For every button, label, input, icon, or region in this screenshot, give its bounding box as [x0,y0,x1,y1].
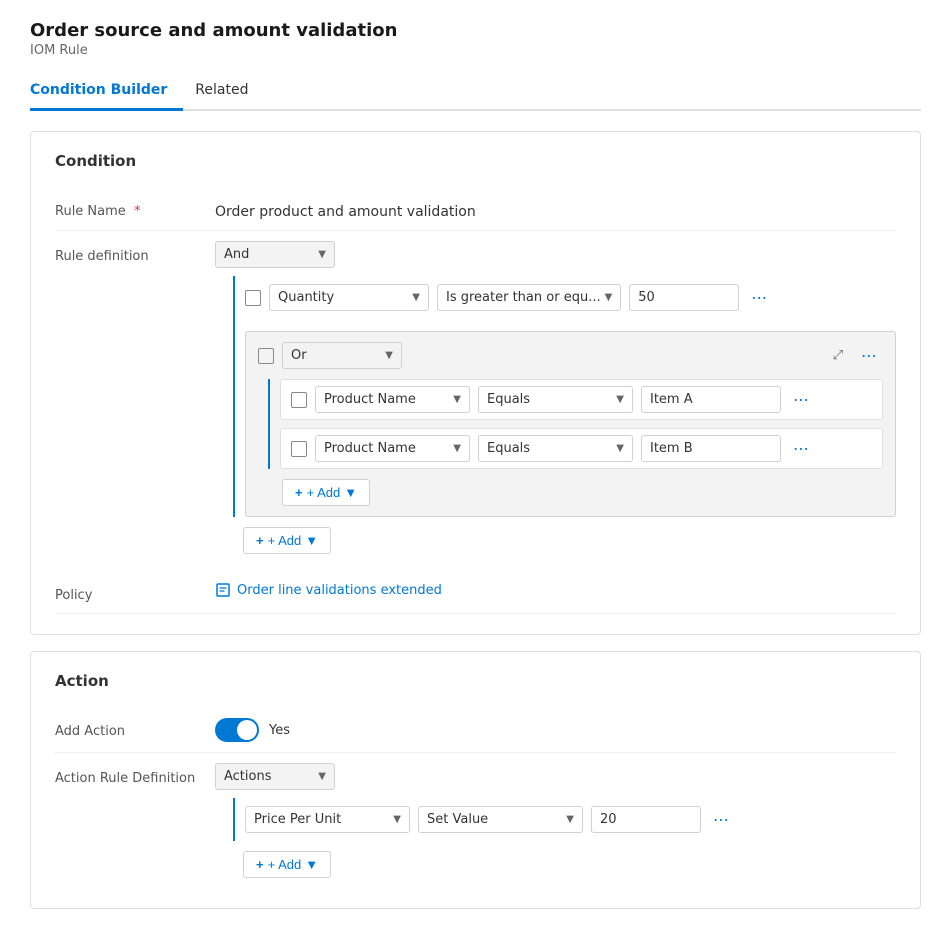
product-name-row-2: Product Name ▼ Equals ▼ Item B [280,428,883,469]
policy-row: Policy Order line validations extended [55,572,896,614]
actions-operator-dropdown[interactable]: Actions ▼ [215,763,335,790]
quantity-more-btn[interactable]: ⋯ [747,290,773,306]
rule-definition-content: And ▼ Quantity ▼ [215,241,896,554]
price-more-btn[interactable]: ⋯ [709,812,735,828]
add-action-field: Yes [215,718,896,742]
product-name-row-1: Product Name ▼ Equals ▼ Item A [280,379,883,420]
or-group-more-btn[interactable]: ⋯ [857,348,883,364]
inner-add-button[interactable]: + + Add ▼ [282,479,370,506]
quantity-checkbox[interactable] [245,290,261,306]
or-group-checkbox[interactable] [258,348,274,364]
product-name-2-checkbox[interactable] [291,441,307,457]
policy-icon [215,582,231,598]
action-rule-def-content: Actions ▼ Price Per Unit ▼ [215,763,896,878]
tab-related[interactable]: Related [195,74,264,111]
item-b-input[interactable]: Item B [641,435,781,462]
outer-add-button[interactable]: + + Add ▼ [243,527,331,554]
action-add-button[interactable]: + + Add ▼ [243,851,331,878]
rule-name-required: * [134,204,141,219]
item-a-input[interactable]: Item A [641,386,781,413]
page-title: Order source and amount validation [30,20,921,41]
quantity-value-input[interactable]: 50 [629,284,739,311]
quantity-condition-row: Quantity ▼ Is greater than or equ... ▼ 5… [245,276,896,319]
policy-link[interactable]: Order line validations extended [215,582,442,598]
outer-vert-line [233,276,235,517]
condition-section: Condition Rule Name * Order product and … [30,131,921,635]
action-section-title: Action [55,672,896,690]
policy-label: Policy [55,582,215,603]
action-rule-def-row: Action Rule Definition Actions ▼ [55,753,896,888]
product-name-1-checkbox[interactable] [291,392,307,408]
price-value-input[interactable]: 20 [591,806,701,833]
toggle-knob [237,720,257,740]
action-rule-def-label: Action Rule Definition [55,763,215,786]
add-action-toggle[interactable] [215,718,259,742]
equals-2-dropdown[interactable]: Equals ▼ [478,435,633,462]
quantity-operator-dropdown[interactable]: Is greater than or equ... ▼ [437,284,621,311]
quantity-field-dropdown[interactable]: Quantity ▼ [269,284,429,311]
or-group-box: Or ▼ ⤢ ⋯ [245,331,896,517]
rule-definition-label: Rule definition [55,241,215,264]
row2-more-btn[interactable]: ⋯ [789,441,815,457]
or-group-header: Or ▼ ⤢ ⋯ [258,342,883,369]
rule-name-row: Rule Name * Order product and amount val… [55,188,896,231]
add-action-row: Add Action Yes [55,708,896,753]
or-group-collapse-btn[interactable]: ⤢ [827,346,849,365]
action-section: Action Add Action Yes Action Rule Defini… [30,651,921,909]
rule-name-value: Order product and amount validation [215,198,896,220]
rule-name-label: Rule Name * [55,198,215,219]
product-name-1-dropdown[interactable]: Product Name ▼ [315,386,470,413]
tab-condition-builder[interactable]: Condition Builder [30,74,183,111]
product-name-2-dropdown[interactable]: Product Name ▼ [315,435,470,462]
add-action-label: Add Action [55,718,215,739]
inner-vert-line [268,379,270,469]
rule-definition-row: Rule definition And ▼ [55,231,896,564]
action-vert-line [233,798,235,841]
or-operator-dropdown[interactable]: Or ▼ [282,342,402,369]
price-per-unit-dropdown[interactable]: Price Per Unit ▼ [245,806,410,833]
and-operator-dropdown[interactable]: And ▼ [215,241,335,268]
equals-1-dropdown[interactable]: Equals ▼ [478,386,633,413]
add-action-toggle-label: Yes [269,723,290,738]
price-per-unit-row: Price Per Unit ▼ Set Value ▼ 20 ⋯ [245,798,896,841]
row1-more-btn[interactable]: ⋯ [789,392,815,408]
tabs-container: Condition Builder Related [30,74,921,111]
condition-section-title: Condition [55,152,896,170]
page-subtitle: IOM Rule [30,43,921,58]
policy-value: Order line validations extended [215,582,896,602]
set-value-dropdown[interactable]: Set Value ▼ [418,806,583,833]
